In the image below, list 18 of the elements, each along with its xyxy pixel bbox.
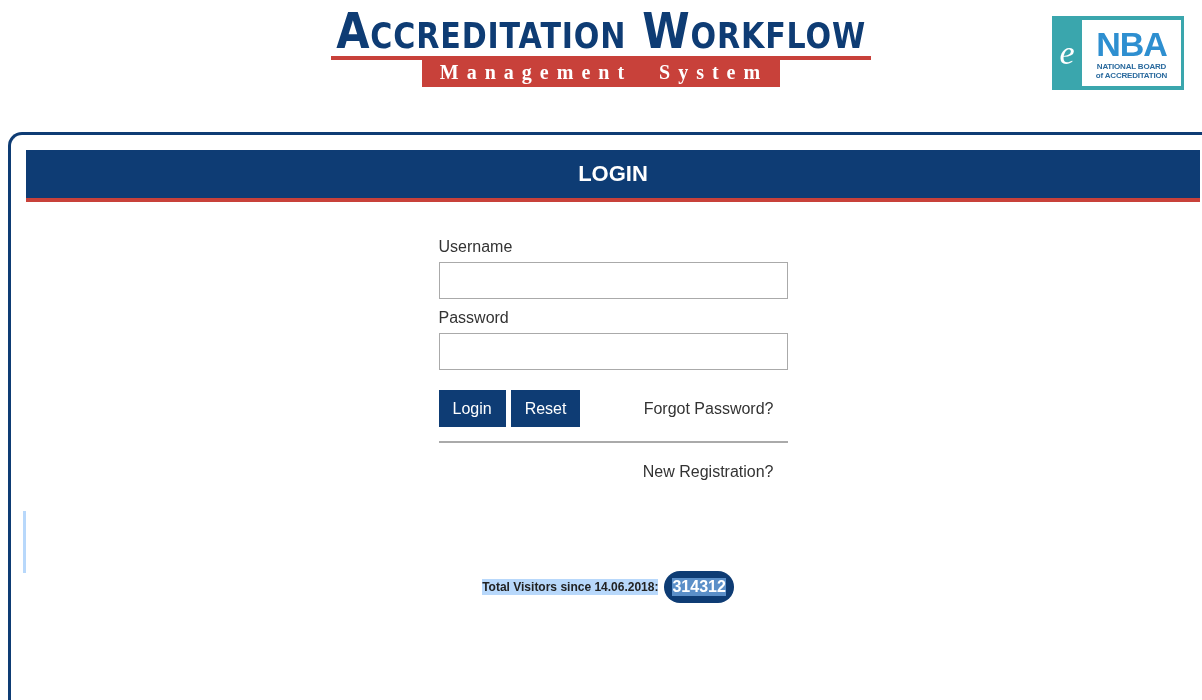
reset-button[interactable]: Reset	[510, 390, 581, 427]
login-button[interactable]: Login	[438, 390, 506, 427]
badge-line: of ACCREDITATION	[1095, 71, 1168, 80]
registration-link[interactable]: New Registration?	[642, 463, 774, 481]
field-label: Username	[438, 238, 514, 256]
visitor-count: 314312	[672, 578, 726, 596]
selection-caret	[23, 511, 26, 573]
badge-mark: NBA	[1096, 26, 1167, 62]
forgot-password-link[interactable]: Forgot Password?	[643, 399, 774, 418]
logo-subtitle: Management System	[421, 60, 781, 87]
panel-title: LOGIN	[26, 150, 1200, 202]
input-field[interactable]	[438, 333, 788, 370]
input-field[interactable]	[438, 262, 788, 299]
badge-line: NATIONAL BOARD	[1096, 62, 1167, 71]
field-label: Password	[438, 309, 510, 327]
badge-letter: e	[1058, 34, 1076, 72]
visitors-label: Total Visitors since 14.06.2018:	[482, 579, 659, 595]
logo-title: Accreditation Workflow	[336, 6, 866, 56]
